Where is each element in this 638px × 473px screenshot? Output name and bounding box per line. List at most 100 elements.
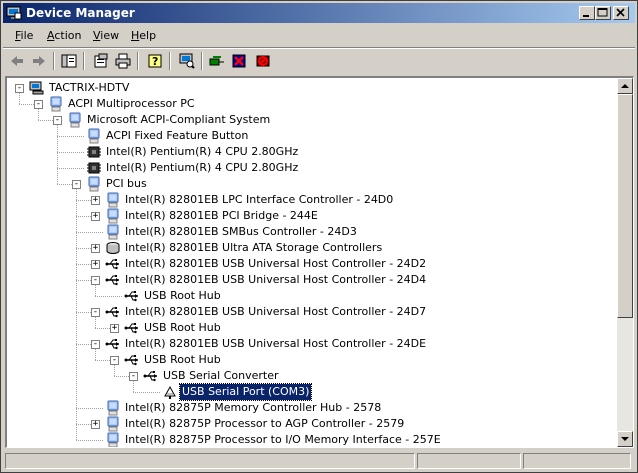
device-tree[interactable]: - TACTRIX-HDTV - ACPI Multiprocessor PC - Mic… (5, 76, 634, 448)
expand-toggle[interactable]: + (110, 324, 119, 333)
tree-node[interactable]: - ACPI Multiprocessor PC (7, 96, 607, 112)
collapse-toggle[interactable]: - (91, 276, 100, 285)
minus-icon: - (54, 115, 61, 125)
expand-toggle[interactable]: + (91, 196, 100, 205)
tree-node[interactable]: - PCI bus (7, 176, 607, 192)
collapse-toggle[interactable]: - (110, 356, 119, 365)
menu-view[interactable]: View (93, 29, 119, 42)
tree-node-label[interactable]: Intel(R) Pentium(R) 4 CPU 2.80GHz (104, 144, 300, 160)
tree-node[interactable]: - Intel(R) 82801EB USB Universal Host Con… (7, 304, 607, 320)
tree-node-label[interactable]: Intel(R) Pentium(R) 4 CPU 2.80GHz (104, 160, 300, 176)
tree-node-label[interactable]: Intel(R) 82801EB USB Universal Host Cont… (123, 256, 428, 272)
pc-icon (107, 400, 119, 416)
tree-node-label[interactable]: USB Root Hub (142, 288, 223, 304)
tree-node-label[interactable]: USB Serial Converter (161, 368, 280, 384)
cpu-icon (87, 146, 101, 158)
help-button[interactable]: ? (145, 51, 165, 71)
update-driver-button[interactable] (207, 51, 227, 71)
arrow-up-icon (621, 84, 629, 88)
tree-node[interactable]: Intel(R) 82875P Processor to I/O Memory … (7, 432, 607, 447)
expand-toggle[interactable]: + (91, 420, 100, 429)
back-icon (11, 56, 23, 66)
tree-node[interactable]: + Intel(R) 82801EB Ultra ATA Storage Cont… (7, 240, 607, 256)
tree-connector (95, 360, 110, 361)
expand-toggle[interactable]: + (91, 244, 100, 253)
tree-node[interactable]: + USB Root Hub (7, 320, 607, 336)
tree-node-label[interactable]: Microsoft ACPI-Compliant System (85, 112, 272, 128)
print-button[interactable] (113, 51, 133, 71)
tree-node[interactable]: + Intel(R) 82801EB LPC Interface Controll… (7, 192, 607, 208)
scroll-up-button[interactable] (617, 78, 633, 94)
tree-node[interactable]: - Intel(R) 82801EB USB Universal Host Con… (7, 336, 607, 352)
tree-node[interactable]: Intel(R) Pentium(R) 4 CPU 2.80GHz (7, 144, 607, 160)
uninstall-device-button[interactable] (229, 51, 249, 71)
tree-node[interactable]: + Intel(R) 82801EB PCI Bridge - 244E (7, 208, 607, 224)
tree-node-label[interactable]: Intel(R) 82801EB Ultra ATA Storage Contr… (123, 240, 384, 256)
menu-help[interactable]: Help (131, 29, 156, 42)
tree-node[interactable]: USB Serial Port (COM3) (7, 383, 607, 401)
tree-node[interactable]: USB Root Hub (7, 288, 607, 304)
menu-action[interactable]: Action (47, 29, 81, 42)
tree-node[interactable]: Intel(R) Pentium(R) 4 CPU 2.80GHz (7, 160, 607, 176)
tree-node[interactable]: + Intel(R) 82801EB USB Universal Host Con… (7, 256, 607, 272)
scan-hardware-button[interactable] (177, 51, 197, 71)
tree-connector (57, 184, 72, 185)
tree-node-label[interactable]: ACPI Fixed Feature Button (104, 128, 250, 144)
tree-node-label[interactable]: Intel(R) 82801EB SMBus Controller - 24D3 (123, 224, 359, 240)
vertical-scrollbar[interactable] (617, 78, 633, 447)
tree-connector (95, 296, 122, 297)
tree-node-label[interactable]: PCI bus (104, 176, 149, 192)
close-button[interactable] (613, 6, 629, 20)
tree-node-label[interactable]: Intel(R) 82801EB USB Universal Host Cont… (123, 336, 428, 352)
tree-node-label[interactable]: USB Serial Port (COM3) (178, 383, 313, 401)
collapse-toggle[interactable]: - (129, 372, 138, 381)
collapse-toggle[interactable]: - (91, 308, 100, 317)
back-button[interactable] (7, 51, 27, 71)
scroll-down-button[interactable] (617, 431, 633, 447)
tree-node[interactable]: Intel(R) 82801EB SMBus Controller - 24D3 (7, 224, 607, 240)
tree-node[interactable]: + Intel(R) 82875P Processor to AGP Contro… (7, 416, 607, 432)
tree-connector (57, 136, 84, 137)
properties-button[interactable] (91, 51, 111, 71)
collapse-toggle[interactable]: - (91, 340, 100, 349)
title-bar[interactable]: Device Manager (3, 3, 635, 23)
tree-node-label[interactable]: USB Root Hub (142, 352, 223, 368)
tree-node[interactable]: - Microsoft ACPI-Compliant System (7, 112, 607, 128)
tree-node[interactable]: - TACTRIX-HDTV (7, 80, 607, 96)
minus-icon: - (92, 307, 99, 317)
uninstall-device-icon (232, 54, 246, 68)
tree-node-label[interactable]: Intel(R) 82801EB USB Universal Host Cont… (123, 304, 428, 320)
scroll-thumb[interactable] (617, 94, 633, 318)
tree-node[interactable]: - USB Serial Converter (7, 368, 607, 384)
status-bar (3, 452, 635, 470)
tree-node-label[interactable]: TACTRIX-HDTV (47, 80, 131, 96)
toolbar-separator (137, 52, 139, 70)
tree-node[interactable]: - Intel(R) 82801EB USB Universal Host Con… (7, 272, 607, 288)
expand-toggle[interactable]: + (91, 212, 100, 221)
menu-file[interactable]: File (15, 29, 33, 42)
expand-toggle[interactable]: + (91, 260, 100, 269)
maximize-button[interactable] (595, 6, 611, 20)
tree-node-label[interactable]: Intel(R) 82801EB LPC Interface Controlle… (123, 192, 395, 208)
collapse-toggle[interactable]: - (53, 116, 62, 125)
collapse-toggle[interactable]: - (15, 84, 24, 93)
disable-device-button[interactable] (253, 51, 273, 71)
tree-node-label[interactable]: Intel(R) 82875P Memory Controller Hub - … (123, 400, 383, 416)
tree-node-label[interactable]: Intel(R) 82875P Processor to AGP Control… (123, 416, 406, 432)
tree-connector (76, 424, 91, 425)
minimize-button[interactable] (579, 6, 595, 20)
tree-node-label[interactable]: Intel(R) 82875P Processor to I/O Memory … (123, 432, 443, 447)
tree-node-label[interactable]: ACPI Multiprocessor PC (66, 96, 197, 112)
collapse-toggle[interactable]: - (72, 180, 81, 189)
tree-node-label[interactable]: Intel(R) 82801EB USB Universal Host Cont… (123, 272, 428, 288)
tree-node-label[interactable]: Intel(R) 82801EB PCI Bridge - 244E (123, 208, 320, 224)
collapse-toggle[interactable]: - (34, 100, 43, 109)
tree-node-label[interactable]: USB Root Hub (142, 320, 223, 336)
tree-node[interactable]: Intel(R) 82875P Memory Controller Hub - … (7, 400, 607, 416)
forward-button[interactable] (29, 51, 49, 71)
show-hide-tree-button[interactable] (59, 51, 79, 71)
menu-bar: File Action View Help (3, 26, 635, 46)
tree-node[interactable]: - USB Root Hub (7, 352, 607, 368)
pc-icon (107, 432, 119, 447)
tree-node[interactable]: ACPI Fixed Feature Button (7, 128, 607, 144)
